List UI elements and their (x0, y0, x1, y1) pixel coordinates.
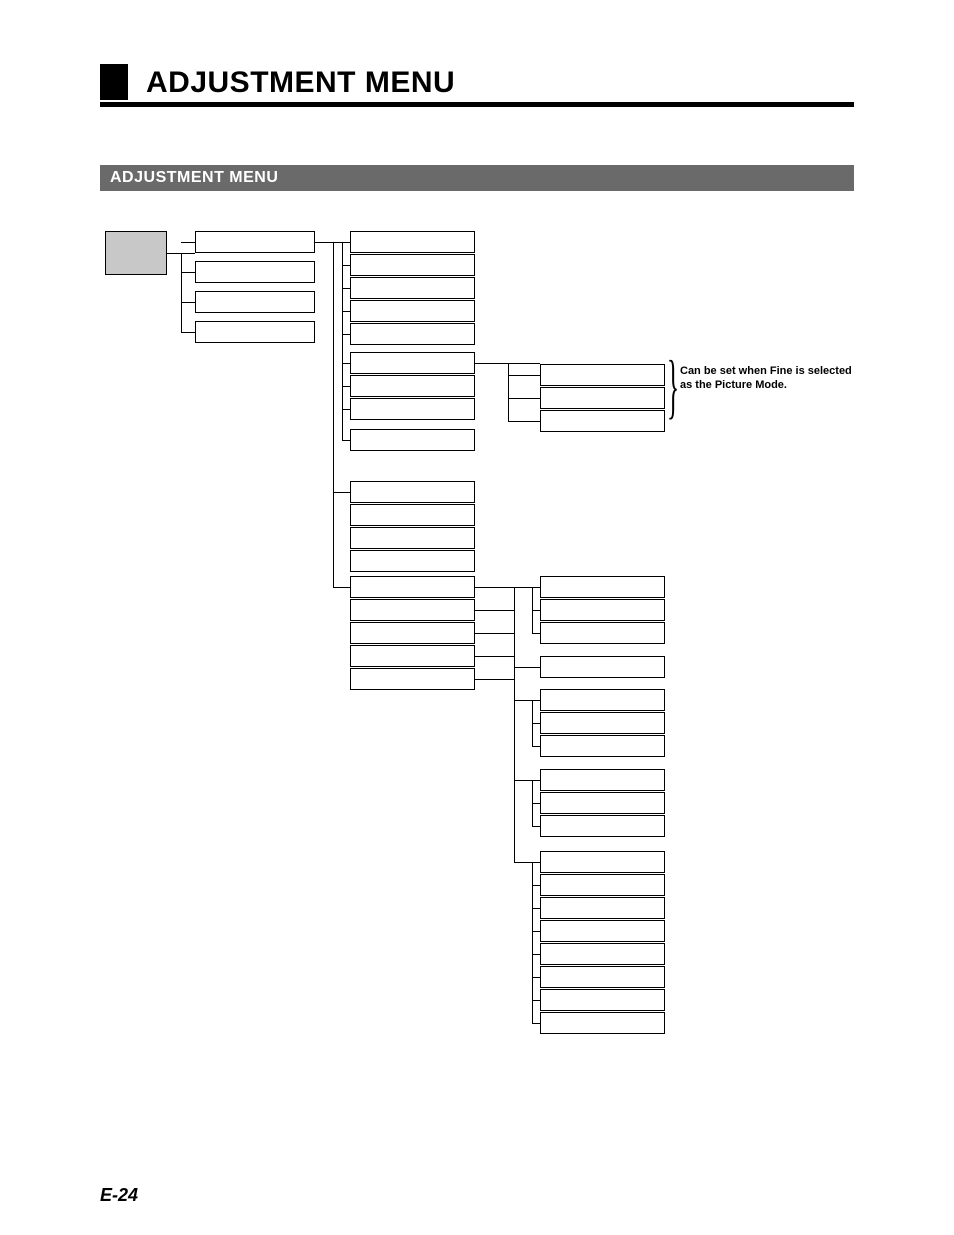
tree-col1-item (195, 231, 315, 253)
tree-col2-item (350, 277, 475, 299)
connector (532, 862, 533, 1023)
tree-col3-item (540, 769, 665, 791)
tree-col2-item (350, 352, 475, 374)
tree-col3-item (540, 410, 665, 432)
tree-col3-item (540, 622, 665, 644)
connector (532, 1023, 540, 1024)
tree-col2-item (350, 323, 475, 345)
connector (532, 723, 540, 724)
connector (181, 242, 195, 243)
connector (514, 667, 541, 668)
connector (532, 746, 540, 747)
tree-col2-item (350, 481, 475, 503)
connector (514, 587, 515, 862)
tree-col2-item (350, 375, 475, 397)
tree-col3-item (540, 735, 665, 757)
tree-root (105, 231, 167, 275)
tree-col3-item (540, 851, 665, 873)
connector (532, 826, 540, 827)
connector (342, 311, 350, 312)
connector (342, 334, 350, 335)
section-heading: ADJUSTMENT MENU (100, 165, 854, 191)
tree-col1-item (195, 321, 315, 343)
tree-col3-item (540, 576, 665, 598)
tree-col2-item (350, 398, 475, 420)
connector (181, 272, 195, 273)
connector (508, 421, 541, 422)
title-accent-block (100, 64, 128, 100)
connector (333, 587, 351, 588)
tree-col3-item (540, 792, 665, 814)
tree-col2-item (350, 231, 475, 253)
tree-col2-item (350, 599, 475, 621)
connector (342, 288, 350, 289)
connector (532, 908, 540, 909)
tree-col3-item (540, 387, 665, 409)
tree-col1-item (195, 291, 315, 313)
connector (342, 409, 350, 410)
tree-col3-item (540, 599, 665, 621)
tree-col2-item (350, 254, 475, 276)
tree-col2-item (350, 550, 475, 572)
connector (181, 253, 182, 332)
tree-col2-item (350, 527, 475, 549)
connector (342, 242, 350, 243)
tree-col2-item (350, 668, 475, 690)
tree-col2-item (350, 429, 475, 451)
tree-col1-item (195, 261, 315, 283)
tree-col3-item (540, 943, 665, 965)
connector (532, 610, 540, 611)
connector (333, 492, 351, 493)
tree-col3-item (540, 689, 665, 711)
tree-col3-item (540, 897, 665, 919)
connector (532, 977, 540, 978)
tree-col3-item (540, 1012, 665, 1034)
title-underline (100, 102, 854, 107)
tree-col3-item (540, 364, 665, 386)
page-number: E-24 (100, 1185, 138, 1206)
page-title-row: ADJUSTMENT MENU (100, 60, 854, 100)
tree-col3-item (540, 989, 665, 1011)
tree-col3-item (540, 966, 665, 988)
connector (475, 679, 514, 680)
connector (532, 862, 540, 863)
tree-col3-item (540, 815, 665, 837)
tree-col3-item (540, 874, 665, 896)
connector (532, 803, 540, 804)
connector (532, 587, 540, 588)
tree-col2-item (350, 504, 475, 526)
connector (342, 386, 350, 387)
connector (508, 375, 541, 376)
connector (532, 954, 540, 955)
page-title: ADJUSTMENT MENU (146, 66, 455, 100)
connector (181, 332, 195, 333)
connector (475, 633, 514, 634)
connector (342, 242, 343, 440)
tree-col3-item (540, 656, 665, 678)
connector (532, 885, 540, 886)
tree-col2-item (350, 622, 475, 644)
connector (532, 780, 540, 781)
connector (532, 700, 540, 701)
picture-mode-note: Can be set when Fine is selected as the … (680, 365, 860, 393)
menu-tree-diagram: Can be set when Fine is selected as the … (100, 191, 854, 1091)
connector (508, 363, 509, 421)
tree-col3-item (540, 920, 665, 942)
connector (532, 633, 540, 634)
tree-col2-item (350, 300, 475, 322)
connector (508, 398, 541, 399)
connector (342, 363, 350, 364)
connector (342, 440, 350, 441)
connector (475, 610, 514, 611)
brace-icon: } (667, 354, 679, 419)
connector (333, 242, 334, 587)
connector (475, 656, 514, 657)
connector (532, 1000, 540, 1001)
connector (342, 265, 350, 266)
connector (532, 931, 540, 932)
tree-col2-item (350, 576, 475, 598)
tree-col3-item (540, 712, 665, 734)
tree-col2-item (350, 645, 475, 667)
connector (181, 302, 195, 303)
